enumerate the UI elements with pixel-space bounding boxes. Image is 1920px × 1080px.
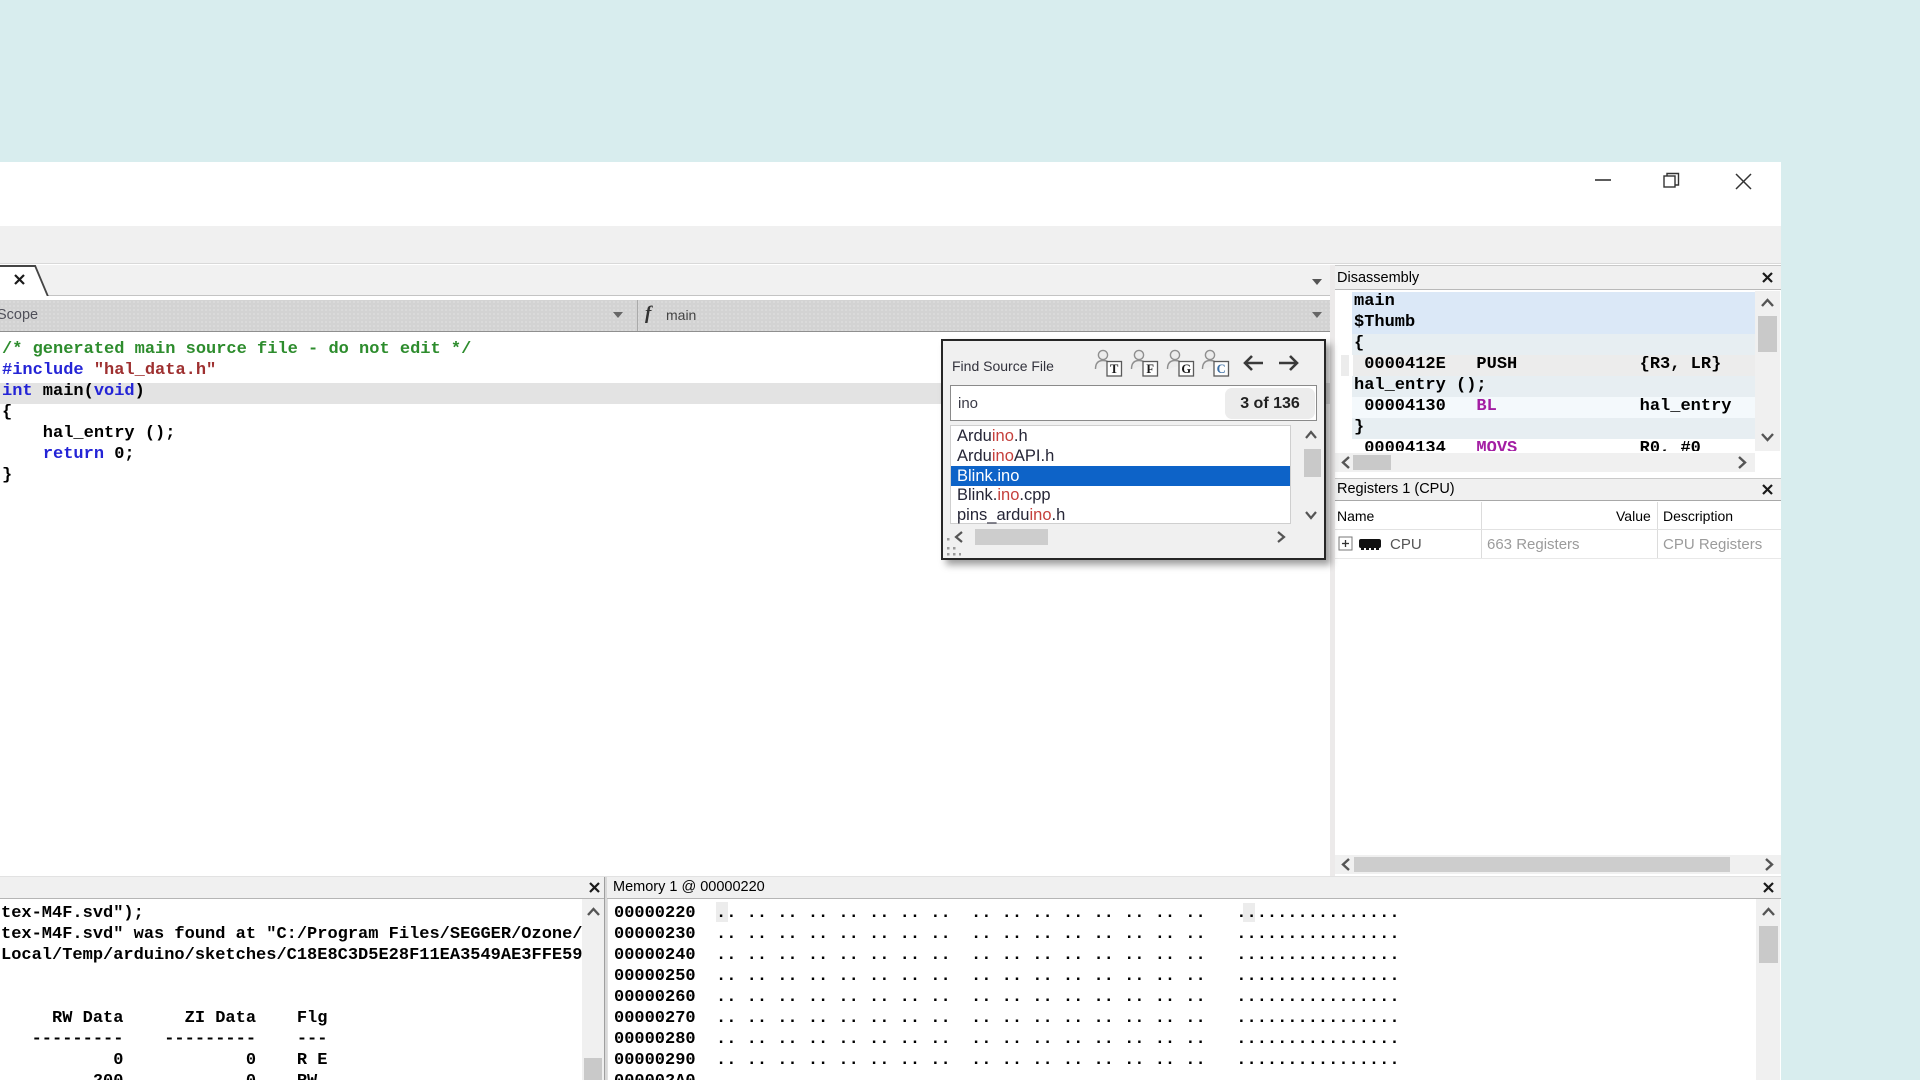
svg-text:G: G [1181,362,1191,376]
svg-text:T: T [1110,362,1119,376]
svg-text:F: F [1146,362,1154,376]
svg-text:C: C [1217,362,1226,376]
